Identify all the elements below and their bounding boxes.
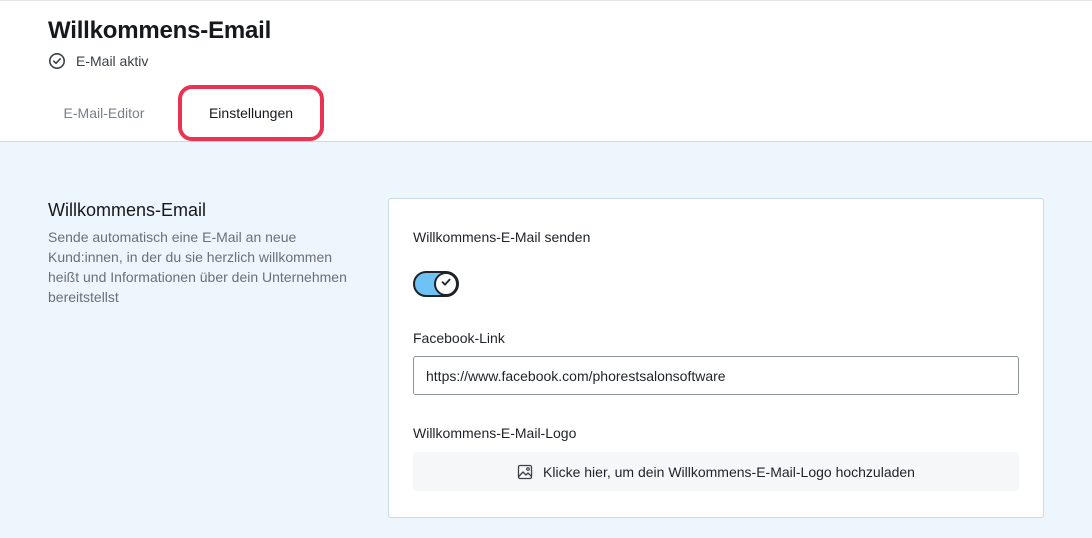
page-header: Willkommens-Email E-Mail aktiv E-Mail-Ed… bbox=[0, 0, 1092, 142]
section-description: Sende automatisch eine E-Mail an neue Ku… bbox=[48, 229, 347, 305]
image-icon bbox=[517, 464, 533, 480]
send-welcome-label: Willkommens-E-Mail senden bbox=[413, 229, 591, 245]
upload-logo-text: Klicke hier, um dein Willkommens-E-Mail-… bbox=[543, 463, 915, 480]
upload-logo-button[interactable]: Klicke hier, um dein Willkommens-E-Mail-… bbox=[413, 452, 1019, 491]
welcome-logo-label: Willkommens-E-Mail-Logo bbox=[413, 425, 577, 441]
status-text: E-Mail aktiv bbox=[76, 53, 149, 69]
toggle-knob bbox=[434, 272, 458, 296]
page-title: Willkommens-Email bbox=[48, 17, 272, 44]
settings-content: Willkommens-Email Sende automatisch eine… bbox=[0, 142, 1092, 538]
send-welcome-toggle[interactable] bbox=[413, 271, 459, 297]
tab-settings[interactable]: Einstellungen bbox=[178, 85, 324, 141]
status-row: E-Mail aktiv bbox=[48, 52, 148, 70]
section-title: Willkommens-Email bbox=[48, 200, 207, 220]
facebook-link-input[interactable] bbox=[413, 356, 1019, 395]
facebook-link-label: Facebook-Link bbox=[413, 330, 505, 346]
tab-email-editor[interactable]: E-Mail-Editor bbox=[48, 93, 160, 133]
checkmark-icon bbox=[440, 275, 452, 293]
check-circle-icon bbox=[48, 52, 66, 70]
settings-card: Willkommens-E-Mail senden Facebook-Link … bbox=[388, 198, 1044, 518]
